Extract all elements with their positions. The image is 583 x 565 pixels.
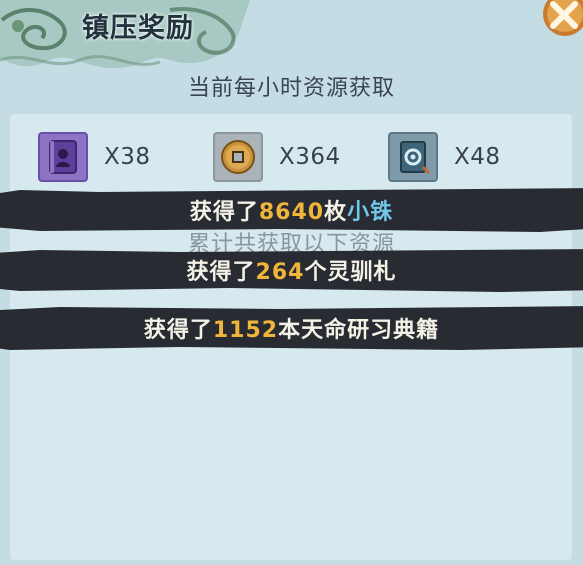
page-title: 镇压奖励 bbox=[82, 13, 194, 44]
resource-count: X38 bbox=[104, 144, 151, 170]
resource-item-coin[interactable]: X364 bbox=[213, 132, 341, 182]
reward-amount: 264 bbox=[255, 260, 305, 285]
reward-item: 天命研习典籍 bbox=[301, 318, 440, 343]
reward-amount: 8640 bbox=[258, 200, 325, 225]
reward-prefix: 获得了 bbox=[143, 318, 213, 343]
hourly-resources-row: X38 X364 X48 bbox=[10, 120, 572, 190]
reward-banner: 获得了 1152 本 天命研习典籍 bbox=[0, 306, 583, 350]
close-icon bbox=[543, 0, 583, 36]
reward-unit: 个 bbox=[304, 260, 328, 285]
reward-unit: 枚 bbox=[324, 200, 348, 225]
resource-item-book[interactable]: X38 bbox=[38, 132, 151, 182]
hourly-resources-label: 当前每小时资源获取 bbox=[187, 76, 395, 101]
reward-prefix: 获得了 bbox=[189, 200, 259, 225]
blue-tome-icon bbox=[388, 132, 438, 182]
resource-count: X48 bbox=[454, 144, 501, 170]
purple-book-icon bbox=[38, 132, 88, 182]
reward-item: 小铢 bbox=[347, 200, 394, 225]
reward-banner: 获得了 264 个 灵驯札 bbox=[0, 248, 583, 292]
reward-prefix: 获得了 bbox=[186, 260, 256, 285]
copper-coin-icon bbox=[213, 132, 263, 182]
reward-panel: 镇压奖励 当前每小时资源获取 X38 X364 X48 累计共获取以下资源 获得… bbox=[0, 0, 583, 565]
resource-item-tome[interactable]: X48 bbox=[388, 132, 501, 182]
reward-item: 灵驯札 bbox=[327, 260, 397, 285]
resource-count: X364 bbox=[279, 144, 341, 170]
reward-amount: 1152 bbox=[212, 318, 279, 343]
reward-unit: 本 bbox=[278, 318, 302, 343]
reward-banner: 获得了 8640 枚 小铢 bbox=[0, 188, 583, 232]
close-button[interactable] bbox=[533, 0, 583, 44]
